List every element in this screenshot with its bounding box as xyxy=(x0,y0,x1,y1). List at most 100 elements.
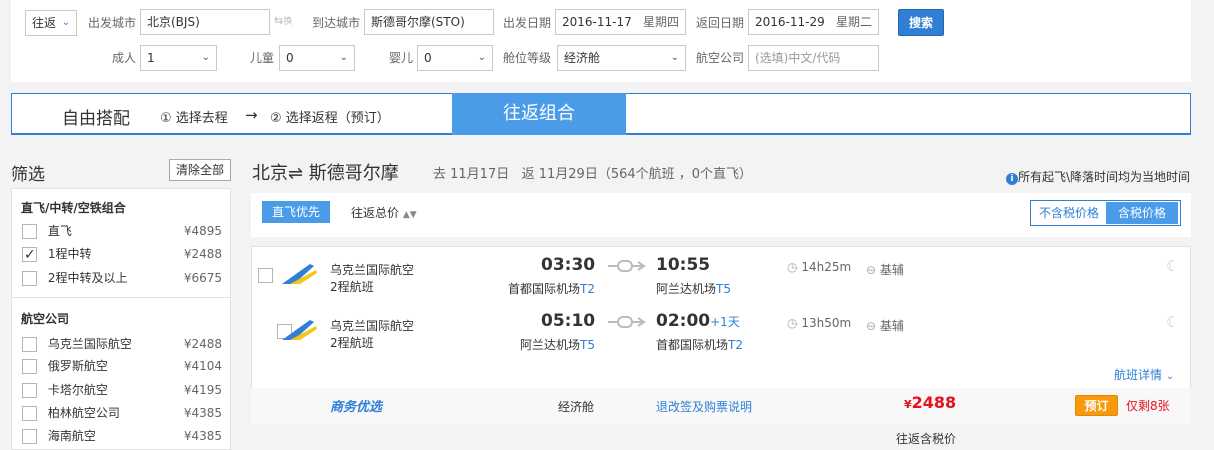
fare-cabin: 经济舱 xyxy=(558,400,595,414)
currency-symbol: ¥ xyxy=(904,398,912,411)
trip-type-value: 往返 xyxy=(32,16,57,30)
clear-all-button[interactable]: 清除全部 xyxy=(169,159,231,181)
filter-item-label: 直飞 xyxy=(47,224,72,238)
airline-input[interactable]: (选填)中文/代码 xyxy=(748,45,879,71)
airline-logo-icon xyxy=(280,318,318,345)
total-price-row xyxy=(251,424,1191,450)
trip-type-select[interactable]: 往返 ⌄ xyxy=(25,10,77,36)
return-date-input[interactable]: 2016-11-29 星期二 xyxy=(748,9,879,35)
stop-icon: ⊖ xyxy=(866,319,877,333)
arrival-time-value: 02:00 xyxy=(656,311,711,331)
infant-select[interactable]: 0 ⌄ xyxy=(417,45,493,71)
flight-path-icon xyxy=(604,315,646,332)
arrival-airport-name: 阿兰达机场 xyxy=(656,282,717,296)
filter-item-price: ¥2488 xyxy=(183,247,222,261)
mode-free-combo[interactable]: 自由搭配 xyxy=(62,104,130,129)
filter-item-airline[interactable]: 俄罗斯航空 ¥4104 xyxy=(22,355,222,377)
moon-icon: ☾ xyxy=(1166,313,1180,331)
filter-section-title-stops: 直飞/中转/空铁组合 xyxy=(21,201,126,215)
mode-step-return: ② 选择返程（预订） xyxy=(270,111,390,126)
filter-section-title-airline: 航空公司 xyxy=(21,312,70,326)
direct-first-button[interactable]: 直飞优先 xyxy=(262,201,330,223)
to-city-input[interactable]: 斯德哥尔摩(STO) xyxy=(364,9,494,35)
to-city-value: 斯德哥尔摩(STO) xyxy=(371,15,465,29)
chevron-down-icon: ⌄ xyxy=(477,52,486,63)
arrival-time: 02:00+1天 xyxy=(656,311,740,331)
departure-time: 03:30 xyxy=(541,255,596,275)
checkbox[interactable] xyxy=(22,429,37,444)
tax-excluded-option[interactable]: 不含税价格 xyxy=(1033,202,1105,224)
search-button[interactable]: 搜索 xyxy=(898,9,944,36)
adult-select[interactable]: 1 ⌄ xyxy=(140,45,217,71)
checkbox[interactable] xyxy=(22,359,37,374)
filter-item-label: 2程中转及以上 xyxy=(47,271,128,285)
duration: ◷ 14h25m xyxy=(787,260,851,274)
swap-cities-icon[interactable]: ⇆换 xyxy=(274,14,292,27)
child-value: 0 xyxy=(286,51,294,65)
filter-item-airline[interactable]: 乌克兰国际航空 ¥2488 xyxy=(22,333,222,355)
clock-icon: ◷ xyxy=(787,316,798,330)
filter-item-price: ¥4385 xyxy=(183,429,222,443)
filter-item-one-stop[interactable]: 1程中转 ¥2488 xyxy=(22,243,222,266)
chevron-down-icon: ⌄ xyxy=(201,52,210,63)
checkbox[interactable] xyxy=(22,383,37,398)
fare-price-value: 2488 xyxy=(911,393,957,412)
checkbox[interactable] xyxy=(22,337,37,352)
departure-time: 05:10 xyxy=(541,311,596,331)
checkbox[interactable] xyxy=(22,406,37,421)
flight-details-link[interactable]: 航班详情 ⌄ xyxy=(1114,366,1174,383)
business-pick-badge: 商务优选 xyxy=(330,400,383,415)
checkbox[interactable] xyxy=(22,224,37,239)
filter-item-price: ¥4895 xyxy=(183,224,222,238)
filter-item-label: 俄罗斯航空 xyxy=(47,359,108,373)
filter-item-airline[interactable]: 海南航空 ¥4385 xyxy=(22,425,222,447)
arrival-terminal: T5 xyxy=(716,282,731,296)
flight-path-icon xyxy=(604,259,646,276)
from-city-input[interactable]: 北京(BJS) xyxy=(140,9,270,35)
timezone-note-text: 所有起飞\降落时间均为当地时间 xyxy=(1018,170,1191,184)
arrival-terminal: T2 xyxy=(728,338,743,352)
chevron-down-icon: ⌄ xyxy=(339,52,348,63)
moon-icon: ☾ xyxy=(1166,257,1180,275)
filter-item-price: ¥2488 xyxy=(183,337,222,351)
sort-total-price[interactable]: 往返总价 ▲▼ xyxy=(351,204,417,221)
arrival-airport: 阿兰达机场T5 xyxy=(656,280,731,297)
route-meta: 去 11月17日 返 11月29日（564个航班 ，0个直飞） xyxy=(433,167,753,182)
child-select[interactable]: 0 ⌄ xyxy=(279,45,355,71)
tax-included-option[interactable]: 含税价格 xyxy=(1106,202,1178,224)
sort-arrows-icon: ▲▼ xyxy=(402,210,417,220)
departure-airport-name: 首都国际机场 xyxy=(508,282,581,296)
filter-item-direct[interactable]: 直飞 ¥4895 xyxy=(22,220,222,242)
seats-remaining: 仅剩8张 xyxy=(1126,399,1170,413)
flight-details-label: 航班详情 xyxy=(1114,368,1163,382)
stopover-city: 基辅 xyxy=(879,263,904,277)
airline-name: 乌克兰国际航空 xyxy=(330,319,415,333)
checkbox-checked[interactable] xyxy=(22,244,37,266)
clock-icon: ◷ xyxy=(787,260,798,274)
filter-item-label: 1程中转 xyxy=(47,247,92,261)
duration-value: 13h50m xyxy=(801,316,852,330)
from-city-value: 北京(BJS) xyxy=(147,15,200,29)
from-label: 出发城市 xyxy=(88,16,137,30)
sort-total-price-label: 往返总价 xyxy=(351,206,400,220)
depart-date-input[interactable]: 2016-11-17 星期四 xyxy=(555,9,686,35)
cabin-select[interactable]: 经济舱 ⌄ xyxy=(557,45,686,71)
return-weekday: 星期二 xyxy=(835,15,872,29)
filter-item-two-plus-stops[interactable]: 2程中转及以上 ¥6675 xyxy=(22,267,222,289)
book-button[interactable]: 预订 xyxy=(1075,395,1118,416)
departure-terminal: T2 xyxy=(580,282,595,296)
to-label: 到达城市 xyxy=(312,16,361,30)
return-date-value: 2016-11-29 xyxy=(755,15,825,29)
filter-item-airline[interactable]: 卡塔尔航空 ¥4195 xyxy=(22,379,222,401)
tab-round-trip-combo[interactable]: 往返组合 xyxy=(452,93,626,135)
filter-item-airline[interactable]: 柏林航空公司 ¥4385 xyxy=(22,402,222,424)
depart-date-value: 2016-11-17 xyxy=(562,15,632,29)
flight-type: 2程航班 xyxy=(330,280,374,294)
duration-value: 14h25m xyxy=(801,260,852,274)
checkbox[interactable] xyxy=(22,271,37,286)
refund-rules-link[interactable]: 退改签及购票说明 xyxy=(656,398,752,415)
child-label: 儿童 xyxy=(250,51,275,65)
segment-checkbox[interactable] xyxy=(258,268,273,283)
arrival-time: 10:55 xyxy=(656,255,710,275)
departure-airport-name: 阿兰达机场 xyxy=(520,338,581,352)
